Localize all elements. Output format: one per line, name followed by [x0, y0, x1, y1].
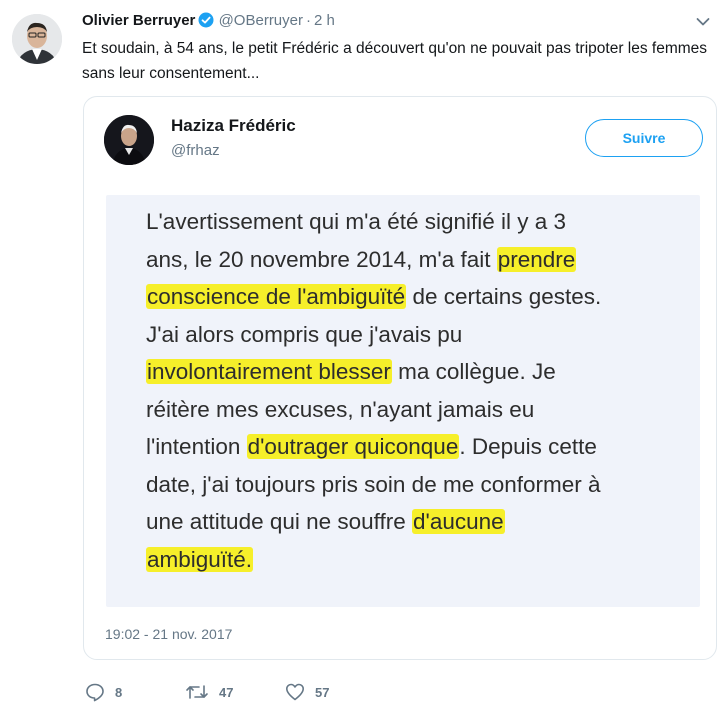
chevron-down-icon [696, 18, 710, 26]
statement-text-segment: J'ai alors compris que j'avais pu [146, 321, 463, 347]
statement-text-segment: une attitude qui ne souffre [146, 509, 413, 534]
tweet-time[interactable]: 2 h [314, 12, 335, 29]
reply-button[interactable]: 8 [85, 680, 122, 704]
statement-line: ambiguïté. [146, 541, 700, 579]
retweet-icon [186, 685, 208, 699]
author-avatar-image [12, 14, 62, 64]
like-button[interactable]: 57 [285, 680, 329, 704]
quoted-timestamp[interactable]: 19:02 - 21 nov. 2017 [105, 626, 232, 642]
statement-text-segment: ma collègue. Je [391, 359, 556, 384]
follow-button[interactable]: Suivre [585, 119, 703, 157]
statement-line: une attitude qui ne souffre d'aucune [146, 503, 700, 541]
heart-icon [286, 683, 304, 701]
quoted-author-name[interactable]: Haziza Frédéric [171, 116, 296, 136]
verified-badge-icon [198, 12, 214, 28]
statement-line: l'intention d'outrager quiconque. Depuis… [146, 428, 700, 466]
header-separator: · [306, 12, 311, 29]
highlighted-text: conscience de l'ambiguïté [146, 284, 407, 309]
quoted-avatar-image [104, 115, 154, 165]
statement-line: J'ai alors compris que j'avais pu [146, 316, 700, 354]
highlighted-text: ambiguïté. [146, 546, 254, 572]
statement-image: L'avertissement qui m'a été signifié il … [106, 195, 700, 607]
statement-line: L'avertissement qui m'a été signifié il … [146, 203, 700, 241]
author-avatar[interactable] [12, 14, 62, 64]
reply-icon [86, 683, 104, 702]
author-handle[interactable]: @OBerruyer [219, 12, 303, 29]
reply-count: 8 [115, 684, 123, 700]
author-name[interactable]: Olivier Berruyer [82, 12, 195, 29]
more-options-button[interactable] [696, 14, 710, 32]
tweet-header: Olivier Berruyer @OBerruyer · 2 h [82, 10, 335, 32]
tweet-text: Et soudain, à 54 ans, le petit Frédéric … [82, 40, 708, 82]
statement-line: ans, le 20 novembre 2014, m'a fait prend… [146, 241, 700, 279]
quoted-author-avatar[interactable] [104, 115, 154, 165]
statement-text-segment: de certains gestes. [406, 284, 602, 309]
highlighted-text: d'outrager quiconque [246, 434, 460, 459]
highlighted-text: involontairement blesser [146, 359, 392, 384]
quoted-tweet-card[interactable]: Haziza Frédéric @frhaz Suivre L'avertiss… [83, 96, 717, 660]
highlighted-text: d'aucune [412, 509, 505, 534]
statement-text-segment: L'avertissement qui m'a été signifié il … [146, 209, 567, 234]
statement-text-segment: réitère mes excuses, n'ayant jamais eu [146, 396, 535, 422]
statement-line: réitère mes excuses, n'ayant jamais eu [146, 391, 700, 429]
statement-text: L'avertissement qui m'a été signifié il … [146, 203, 700, 578]
statement-line: date, j'ai toujours pris soin de me conf… [146, 466, 700, 504]
statement-text-segment: . Depuis cette [459, 434, 597, 459]
statement-text-segment: date, j'ai toujours pris soin de me conf… [146, 471, 601, 497]
quoted-author-handle[interactable]: @frhaz [171, 142, 220, 159]
statement-text-segment: l'intention [146, 434, 247, 459]
like-count: 57 [315, 684, 330, 700]
statement-line: conscience de l'ambiguïté de certains ge… [146, 278, 700, 316]
statement-text-segment: ans, le 20 novembre 2014, m'a fait [146, 246, 497, 272]
highlighted-text: prendre [496, 246, 577, 272]
retweet-count: 47 [219, 684, 234, 700]
statement-line: involontairement blesser ma collègue. Je [146, 353, 700, 391]
retweet-button[interactable]: 47 [185, 680, 233, 704]
